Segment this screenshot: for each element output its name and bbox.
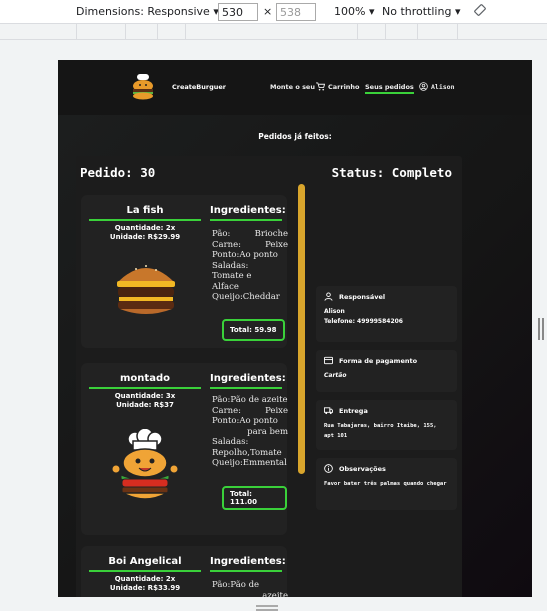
item-unit-price: Unidade: R$37 bbox=[116, 401, 174, 409]
order-status: Status: Completo bbox=[331, 165, 452, 180]
entrega-card: Entrega Rua Tabajaras, bairro Itaibe, 15… bbox=[316, 400, 457, 450]
width-input[interactable] bbox=[218, 3, 258, 21]
ingredients-title: Ingredientes: bbox=[210, 205, 286, 221]
pagamento-card: Forma de pagamento Cartão bbox=[316, 350, 457, 392]
observacoes-card: Observações Favor bater três palmas quan… bbox=[316, 458, 457, 510]
ingredient-line: Saladas: bbox=[212, 260, 249, 271]
order-number: Pedido: 30 bbox=[80, 165, 156, 180]
nav-link-carrinho[interactable]: Carrinho bbox=[328, 83, 360, 91]
ingredient-line: Ponto:Ao ponto bbox=[212, 250, 278, 260]
ingredient-line: Ponto:Ao ponto bbox=[212, 416, 278, 426]
responsavel-phone: Telefone: 49999584206 bbox=[324, 318, 403, 325]
ingredients-title: Ingredientes: bbox=[210, 373, 286, 389]
responsavel-name: Alison bbox=[324, 308, 345, 315]
item-total-badge: Total: 111.00 bbox=[222, 486, 287, 510]
ingredient-value: azeite bbox=[262, 590, 288, 598]
person-icon bbox=[324, 292, 333, 301]
burger-logo-icon[interactable] bbox=[128, 72, 158, 102]
ingredient-line: Carne: bbox=[212, 405, 242, 416]
item-unit-price: Unidade: R$33.99 bbox=[109, 584, 181, 592]
ingredient-line: Repolho,Tomate bbox=[212, 447, 282, 458]
item-quantity: Quantidade: 2x bbox=[114, 224, 176, 232]
pagamento-title: Forma de pagamento bbox=[339, 356, 418, 365]
truck-icon bbox=[324, 407, 333, 415]
throttle-dropdown[interactable]: No throttling ▾ bbox=[382, 5, 460, 18]
order-item-card: Boi Angelical Quantidade: 2x Unidade: R$… bbox=[81, 546, 288, 597]
resize-handle-right[interactable] bbox=[538, 318, 544, 340]
times-symbol: × bbox=[263, 5, 273, 18]
ingredients-list: Pão:Pão de azeite bbox=[212, 580, 288, 597]
item-name: La fish bbox=[89, 205, 201, 221]
burger-mascot-image bbox=[105, 427, 185, 515]
devtools-toolbar: Dimensions: Responsive ▾ × 100% ▾ No thr… bbox=[0, 0, 547, 24]
ingredients-list: Pão: Brioche Carne: Peixe Ponto:Ao ponto S… bbox=[212, 229, 288, 303]
navbar: CreateBurguer Monte o seu Carrinho Seus … bbox=[58, 60, 532, 115]
chevron-down-icon: ▾ bbox=[368, 5, 375, 18]
nav-link-monte[interactable]: Monte o seu bbox=[270, 83, 315, 91]
entrega-address: Rua Tabajaras, bairro Itaibe, 155, apt 1… bbox=[324, 423, 437, 439]
ingredient-line: Saladas: bbox=[212, 437, 249, 447]
item-quantity: Quantidade: 2x bbox=[114, 575, 176, 583]
dimensions-label: Dimensions: Responsive bbox=[76, 5, 210, 18]
ingredient-value: para bem bbox=[247, 426, 288, 437]
throttle-label: No throttling bbox=[382, 5, 452, 18]
media-query-ruler bbox=[0, 24, 547, 40]
ingredient-line: Queijo:Cheddar bbox=[212, 292, 280, 302]
zoom-label: 100% bbox=[334, 5, 366, 18]
responsavel-card: Responsável Alison Telefone: 49999584206 bbox=[316, 286, 457, 342]
card-icon bbox=[324, 356, 333, 365]
order-item-card: montado Quantidade: 3x Unidade: R$37 Ing… bbox=[81, 363, 288, 535]
page-heading: Pedidos já feitos: bbox=[258, 132, 332, 141]
entrega-title: Entrega bbox=[339, 406, 368, 415]
observacoes-title: Observações bbox=[339, 464, 386, 473]
cart-icon[interactable] bbox=[316, 82, 325, 91]
ingredients-list: Pão:Pão de azeite Carne: Peixe Ponto:Ao p… bbox=[212, 395, 288, 469]
ingredient-value: Brioche bbox=[254, 229, 288, 239]
item-name: Boi Angelical bbox=[89, 556, 201, 572]
observacoes-value: Favor bater três palmas quando chegar bbox=[324, 481, 447, 487]
ingredient-line: Pão:Pão de bbox=[212, 580, 260, 590]
responsavel-title: Responsável bbox=[339, 292, 386, 301]
items-scrollbar[interactable] bbox=[298, 184, 305, 474]
item-unit-price: Unidade: R$29.99 bbox=[109, 233, 181, 241]
ingredient-line: Pão:Pão de azeite bbox=[212, 395, 288, 405]
height-input[interactable] bbox=[276, 3, 316, 21]
pagamento-value: Cartão bbox=[324, 372, 347, 379]
nav-link-seus-pedidos[interactable]: Seus pedidos bbox=[365, 83, 414, 94]
ingredient-value: Peixe bbox=[265, 239, 288, 250]
rotate-icon[interactable] bbox=[473, 3, 487, 20]
order-panel: Pedido: 30 Status: Completo La fish Quan… bbox=[76, 156, 462, 597]
order-item-card: La fish Quantidade: 2x Unidade: R$29.99 … bbox=[81, 195, 288, 348]
resize-handle-bottom[interactable] bbox=[256, 605, 278, 611]
item-quantity: Quantidade: 3x bbox=[114, 392, 176, 400]
user-icon[interactable] bbox=[419, 82, 428, 91]
ingredient-line: Queijo:Emmental bbox=[212, 458, 287, 468]
dimensions-dropdown[interactable]: Dimensions: Responsive ▾ bbox=[76, 5, 219, 18]
burger-image bbox=[111, 257, 181, 325]
info-icon bbox=[324, 464, 333, 473]
ingredient-value: Peixe bbox=[265, 405, 288, 416]
app-viewport: CreateBurguer Monte o seu Carrinho Seus … bbox=[58, 60, 532, 597]
zoom-dropdown[interactable]: 100% ▾ bbox=[334, 5, 374, 18]
chevron-down-icon: ▾ bbox=[454, 5, 461, 18]
ingredient-line: Pão: bbox=[212, 229, 231, 239]
ingredients-title: Ingredientes: bbox=[210, 556, 286, 572]
ingredient-line: Carne: bbox=[212, 239, 242, 250]
nav-user-name[interactable]: Alison bbox=[431, 83, 454, 91]
item-name: montado bbox=[89, 373, 201, 389]
ingredient-line: Tomate e bbox=[212, 271, 252, 281]
ingredient-line: Alface bbox=[212, 281, 239, 292]
brand-name[interactable]: CreateBurguer bbox=[172, 83, 226, 91]
item-total-badge: Total: 59.98 bbox=[222, 319, 285, 341]
